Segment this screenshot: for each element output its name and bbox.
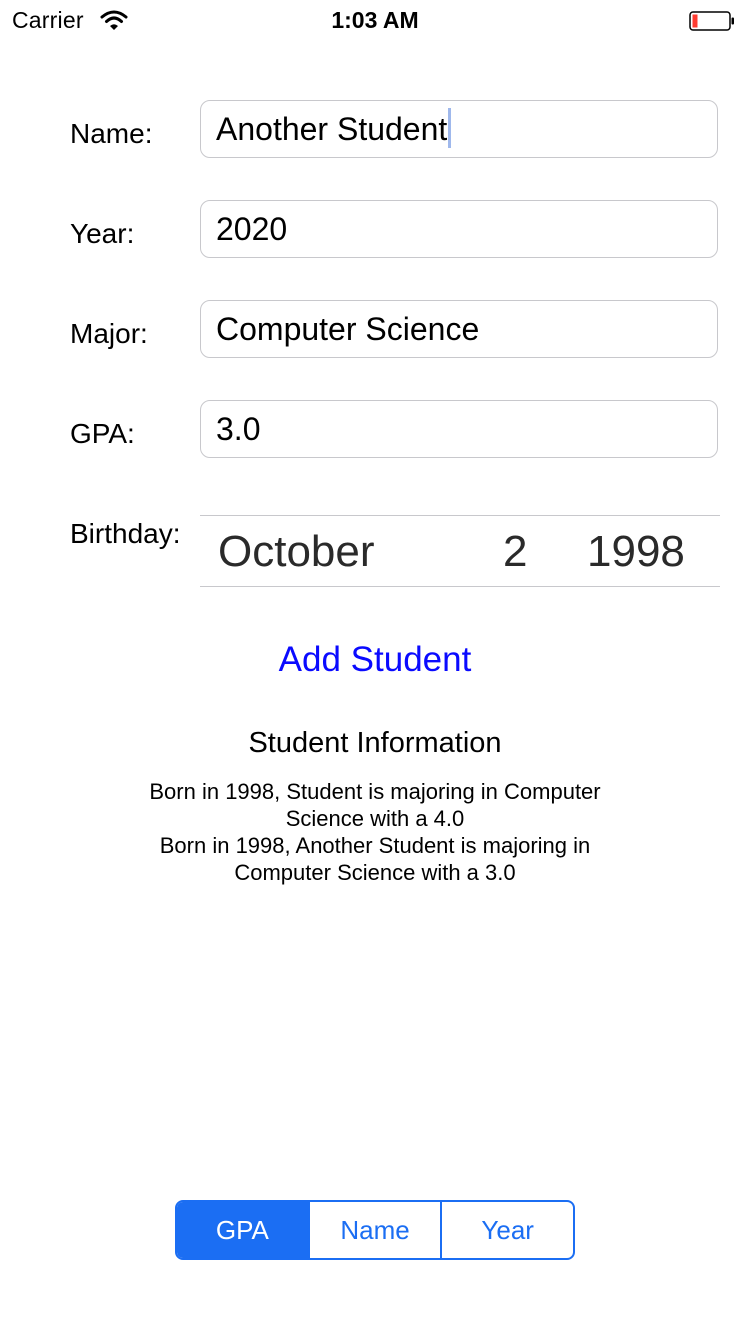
year-label: Year: [70, 218, 135, 249]
battery-icon [689, 11, 734, 31]
name-field[interactable]: Another Student [200, 100, 718, 158]
student-info-entry: Born in 1998, Student is majoring in Com… [149, 779, 601, 831]
student-info-entry: Born in 1998, Another Student is majorin… [159, 833, 591, 885]
picker-month[interactable]: October [218, 527, 375, 577]
status-bar: Carrier 1:03 AM [0, 0, 750, 40]
major-label: Major: [70, 318, 148, 349]
sort-segmented-control[interactable]: GPA Name Year [175, 1200, 575, 1260]
student-info-list: Born in 1998, Student is majoring in Com… [120, 778, 630, 886]
status-time: 1:03 AM [331, 7, 419, 33]
birthday-date-picker[interactable]: October 2 1998 [200, 515, 720, 587]
major-field[interactable]: Computer Science [200, 300, 718, 358]
text-cursor [448, 108, 452, 148]
picker-day[interactable]: 2 [503, 527, 527, 577]
segment-name[interactable]: Name [307, 1202, 441, 1258]
segment-gpa[interactable]: GPA [177, 1202, 308, 1258]
name-label: Name: [70, 118, 153, 149]
gpa-field[interactable]: 3.0 [200, 400, 718, 458]
add-student-button[interactable]: Add Student [0, 640, 750, 680]
segment-year[interactable]: Year [440, 1202, 573, 1258]
year-field[interactable]: 2020 [200, 200, 718, 258]
name-value: Another Student [216, 111, 448, 147]
gpa-label: GPA: [70, 418, 135, 449]
birthday-label: Birthday: [70, 518, 181, 549]
student-info-title: Student Information [248, 727, 502, 759]
picker-year[interactable]: 1998 [587, 527, 685, 577]
